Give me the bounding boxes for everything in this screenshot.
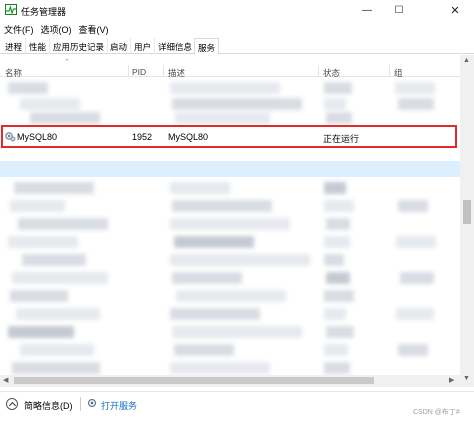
scroll-left-icon[interactable]: ◀ — [3, 376, 8, 384]
services-list: ⌃ 名称 PID 描述 状态 组 MySQL80 1952 MySQL80 正在… — [0, 55, 474, 387]
tab-users[interactable]: 用户 — [131, 38, 156, 54]
tab-details[interactable]: 详细信息 — [155, 38, 197, 54]
service-gear-icon — [5, 132, 16, 142]
open-services-link[interactable]: 打开服务 — [101, 399, 137, 412]
column-header-row: ⌃ 名称 PID 描述 状态 组 — [0, 55, 460, 79]
status-bar: 简略信息(D) 打开服务 CSDN @布丁# — [0, 391, 474, 421]
table-row[interactable] — [0, 341, 460, 359]
service-status: 正在运行 — [323, 134, 360, 144]
minimize-button[interactable]: — — [352, 0, 382, 20]
column-divider[interactable] — [318, 65, 319, 77]
column-divider[interactable] — [389, 65, 390, 77]
menu-bar: 文件(F) 选项(O) 查看(V) — [0, 21, 474, 37]
tab-bar: 进程 性能 应用历史记录 启动 用户 详细信息 服务 — [0, 38, 474, 55]
chevron-up-circle-icon[interactable] — [6, 398, 18, 410]
table-row[interactable] — [0, 215, 460, 233]
scrollbar-thumb[interactable] — [463, 200, 471, 224]
vertical-scrollbar[interactable]: ▲ ▼ — [460, 55, 474, 387]
close-button[interactable]: ✕ — [440, 0, 470, 20]
horizontal-scrollbar-thumb[interactable] — [14, 377, 374, 384]
column-header-description[interactable]: 描述 — [168, 67, 185, 79]
table-row[interactable] — [0, 179, 460, 197]
title-bar: 任务管理器 — ☐ ✕ — [0, 0, 474, 20]
table-row[interactable] — [0, 287, 460, 305]
column-header-status[interactable]: 状态 — [323, 67, 340, 79]
menu-view[interactable]: 查看(V) — [75, 21, 112, 37]
service-name: MySQL80 — [17, 132, 58, 142]
scroll-down-icon[interactable]: ▼ — [463, 375, 470, 382]
tab-performance[interactable]: 性能 — [26, 38, 51, 54]
column-header-pid[interactable]: PID — [132, 67, 146, 77]
column-divider[interactable] — [163, 65, 164, 77]
selected-row-band[interactable] — [0, 161, 460, 177]
tab-processes[interactable]: 进程 — [2, 38, 27, 54]
horizontal-scrollbar[interactable]: ◀ ▶ — [0, 375, 460, 387]
column-header-name[interactable]: 名称 — [5, 67, 22, 79]
table-row[interactable] — [0, 269, 460, 287]
services-icon[interactable] — [87, 398, 98, 409]
watermark-text: CSDN @布丁# — [413, 409, 460, 416]
service-description: MySQL80 — [168, 132, 209, 142]
menu-file[interactable]: 文件(F) — [0, 21, 37, 37]
scroll-up-icon[interactable]: ▲ — [463, 57, 470, 64]
table-row[interactable] — [0, 323, 460, 341]
scroll-right-icon[interactable]: ▶ — [449, 376, 454, 384]
column-divider[interactable] — [128, 65, 129, 77]
window-title: 任务管理器 — [21, 7, 67, 17]
column-header-group[interactable]: 组 — [394, 67, 403, 79]
sort-caret-icon: ⌃ — [64, 59, 70, 66]
divider — [80, 397, 81, 411]
task-manager-icon — [5, 4, 17, 15]
maximize-button[interactable]: ☐ — [384, 0, 414, 20]
tab-startup[interactable]: 启动 — [107, 38, 132, 54]
menu-options[interactable]: 选项(O) — [37, 21, 75, 37]
table-row[interactable] — [0, 305, 460, 323]
less-details-link[interactable]: 简略信息(D) — [24, 399, 73, 412]
table-row[interactable] — [0, 233, 460, 251]
service-row-mysql80[interactable]: MySQL80 1952 MySQL80 正在运行 — [3, 127, 455, 146]
tab-services[interactable]: 服务 — [194, 38, 220, 55]
table-row[interactable] — [0, 197, 460, 215]
table-row[interactable] — [0, 251, 460, 269]
tab-app-history[interactable]: 应用历史记录 — [50, 38, 109, 54]
service-pid: 1952 — [132, 132, 153, 142]
